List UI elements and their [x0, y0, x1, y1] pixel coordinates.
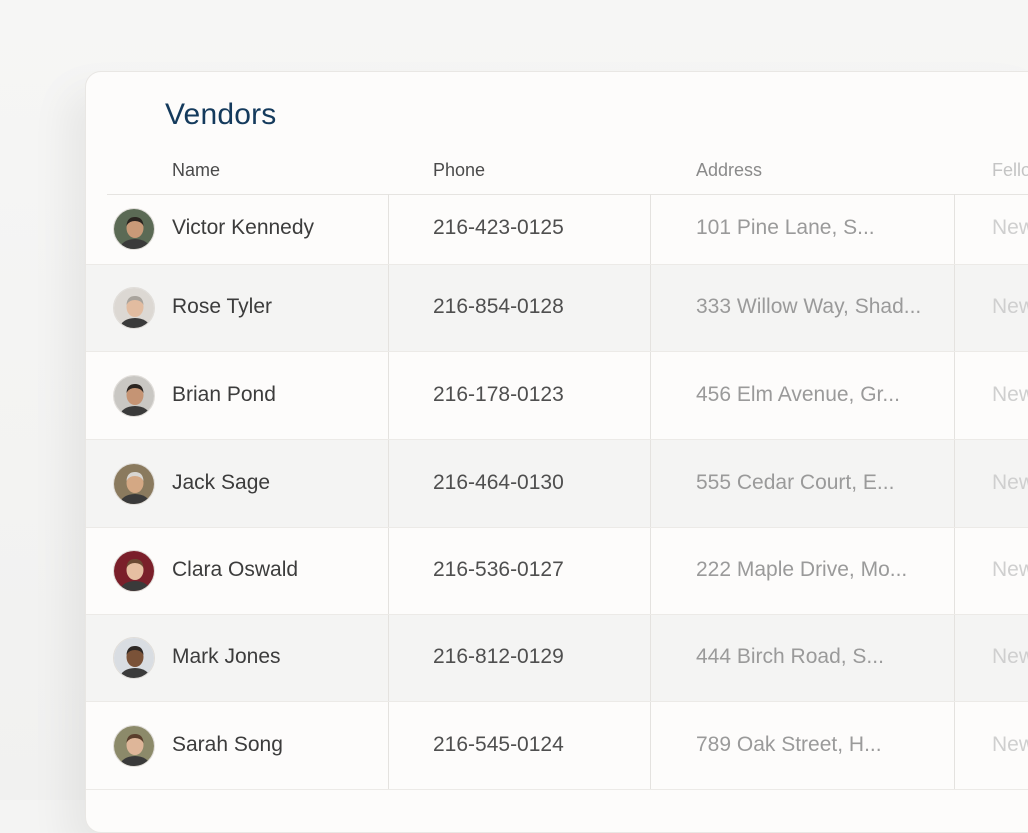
phone-cell: 216-423-0125	[433, 216, 564, 239]
column-header-name[interactable]: Name	[172, 160, 220, 181]
column-header-fellow[interactable]: Fello	[992, 160, 1028, 181]
phone-cell: 216-812-0129	[433, 645, 564, 668]
vendors-card: Vendors Name Phone Address Fello Victor …	[85, 71, 1028, 833]
avatar	[113, 374, 155, 417]
column-divider	[954, 615, 955, 701]
column-divider	[650, 352, 651, 439]
column-divider	[388, 615, 389, 701]
fellow-cell: New	[992, 470, 1028, 494]
table-row[interactable]: Clara Oswald 216-536-0127 222 Maple Drive,…	[86, 528, 1028, 615]
table-row[interactable]: Jack Sage 216-464-0130 555 Cedar Court, E.…	[86, 440, 1028, 528]
column-divider	[650, 702, 651, 789]
fellow-cell: New	[992, 645, 1028, 668]
column-divider	[388, 528, 389, 614]
column-divider	[388, 265, 389, 351]
phone-cell: 216-854-0128	[433, 295, 564, 318]
name-cell: Jack Sage	[172, 470, 271, 494]
avatar	[113, 462, 155, 505]
name-cell: Rose Tyler	[172, 295, 272, 318]
column-divider	[388, 352, 389, 439]
avatar	[113, 637, 155, 679]
table-row[interactable]: Sarah Song 216-545-0124 789 Oak Street, H.…	[86, 702, 1028, 790]
table-row[interactable]: Brian Pond 216-178-0123 456 Elm Avenue, Gr…	[86, 352, 1028, 440]
phone-cell: 216-545-0124	[433, 732, 564, 756]
phone-cell: 216-536-0127	[433, 558, 564, 581]
fellow-cell: New	[992, 216, 1028, 239]
name-cell: Brian Pond	[172, 382, 276, 406]
avatar	[113, 724, 155, 767]
address-cell: 456 Elm Avenue, Gr...	[696, 382, 900, 406]
table-row[interactable]: Rose Tyler 216-854-0128 333 Willow Way, Sh…	[86, 265, 1028, 352]
fellow-cell: New	[992, 732, 1028, 756]
column-divider	[954, 265, 955, 351]
address-cell: 555 Cedar Court, E...	[696, 470, 895, 494]
table-header: Name Phone Address Fello	[107, 158, 1028, 195]
column-divider	[954, 440, 955, 527]
column-divider	[954, 194, 955, 264]
table-row[interactable]: Mark Jones 216-812-0129 444 Birch Road, S.…	[86, 615, 1028, 702]
column-divider	[954, 702, 955, 789]
address-cell: 789 Oak Street, H...	[696, 732, 882, 756]
name-cell: Clara Oswald	[172, 558, 299, 581]
column-divider	[650, 615, 651, 701]
name-cell: Mark Jones	[172, 645, 281, 668]
name-cell: Sarah Song	[172, 732, 283, 756]
column-divider	[954, 528, 955, 614]
phone-cell: 216-464-0130	[433, 470, 564, 494]
column-divider	[954, 352, 955, 439]
avatar	[113, 208, 155, 250]
column-divider	[650, 440, 651, 527]
name-cell: Victor Kennedy	[172, 216, 315, 239]
table-row[interactable]: Victor Kennedy 216-423-0125 101 Pine Lane,…	[86, 194, 1028, 265]
address-cell: 444 Birch Road, S...	[696, 645, 884, 668]
column-divider	[388, 194, 389, 264]
page-title: Vendors	[165, 98, 277, 131]
column-divider	[650, 528, 651, 614]
address-cell: 222 Maple Drive, Mo...	[696, 558, 908, 581]
address-cell: 101 Pine Lane, S...	[696, 216, 875, 239]
fellow-cell: New	[992, 382, 1028, 406]
column-divider	[388, 440, 389, 527]
address-cell: 333 Willow Way, Shad...	[696, 295, 922, 318]
column-divider	[388, 702, 389, 789]
avatar	[113, 287, 155, 329]
column-header-address[interactable]: Address	[696, 160, 762, 181]
column-header-phone[interactable]: Phone	[433, 160, 485, 181]
fellow-cell: New	[992, 558, 1028, 581]
fellow-cell: New	[992, 295, 1028, 318]
phone-cell: 216-178-0123	[433, 382, 564, 406]
column-divider	[650, 194, 651, 264]
avatar	[113, 550, 155, 592]
vendors-table-body: Victor Kennedy 216-423-0125 101 Pine Lane,…	[86, 194, 1028, 790]
column-divider	[650, 265, 651, 351]
